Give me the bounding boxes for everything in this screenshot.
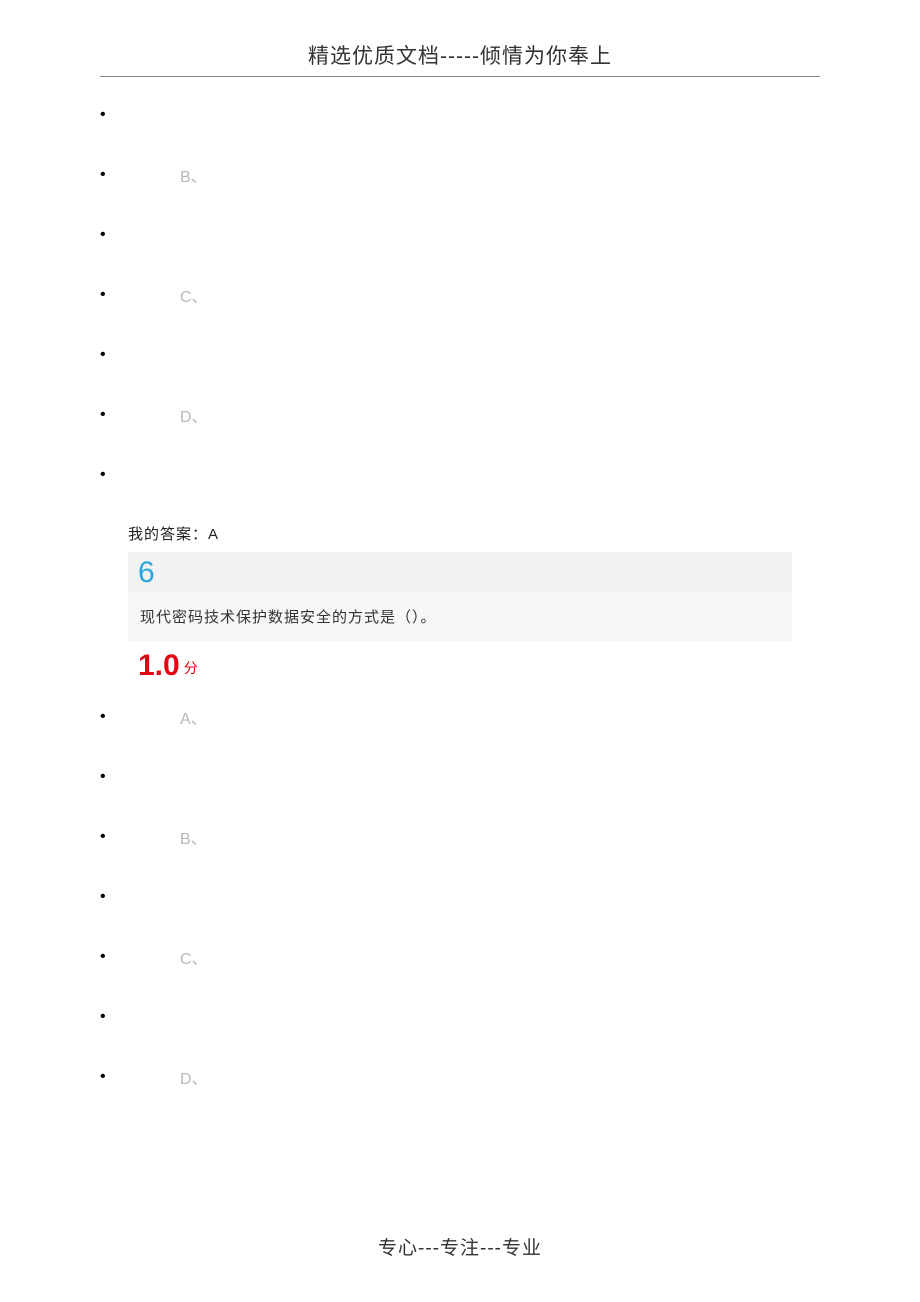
question-number-row: 6 xyxy=(128,552,792,592)
page-footer: 专心---专注---专业 xyxy=(0,1233,920,1260)
question-text: 现代密码技术保护数据安全的方式是（）。 xyxy=(128,592,792,641)
q6-option-a: A、 xyxy=(100,699,820,735)
option-label-c: C、 xyxy=(180,945,208,969)
q6-option-b: B、 xyxy=(100,819,820,855)
q5-options-list: B、 C、 D、 xyxy=(100,97,820,493)
q5-blank-row xyxy=(100,457,820,493)
q6-blank-row xyxy=(100,879,820,915)
question-score: 1.0 分 xyxy=(128,641,792,691)
option-label-a: A、 xyxy=(180,705,207,729)
score-suffix: 分 xyxy=(184,658,198,678)
q5-option-c: C、 xyxy=(100,277,820,313)
score-value: 1.0 xyxy=(138,651,180,681)
q5-blank-row xyxy=(100,217,820,253)
q5-blank-row xyxy=(100,337,820,373)
question-number: 6 xyxy=(138,556,155,589)
q6-options-list: A、 B、 C、 D、 xyxy=(100,699,820,1095)
document-page: 精选优质文档-----倾情为你奉上 B、 C、 D、 我的答案：A 6 现代密码… xyxy=(0,0,920,1159)
header-divider xyxy=(100,76,820,77)
option-label-b: B、 xyxy=(180,163,207,187)
q5-blank-row xyxy=(100,97,820,133)
answer-value: A xyxy=(208,526,219,543)
option-label-c: C、 xyxy=(180,283,208,307)
answer-label: 我的答案： xyxy=(128,526,208,543)
q5-option-d: D、 xyxy=(100,397,820,433)
question-6-block: 6 现代密码技术保护数据安全的方式是（）。 1.0 分 xyxy=(128,552,792,691)
q5-option-b: B、 xyxy=(100,157,820,193)
option-label-d: D、 xyxy=(180,1065,208,1089)
q6-option-d: D、 xyxy=(100,1059,820,1095)
q6-blank-row xyxy=(100,759,820,795)
option-label-b: B、 xyxy=(180,825,207,849)
q5-my-answer: 我的答案：A xyxy=(100,517,820,552)
option-label-d: D、 xyxy=(180,403,208,427)
q6-option-c: C、 xyxy=(100,939,820,975)
page-header-title: 精选优质文档-----倾情为你奉上 xyxy=(100,40,820,76)
q6-blank-row xyxy=(100,999,820,1035)
